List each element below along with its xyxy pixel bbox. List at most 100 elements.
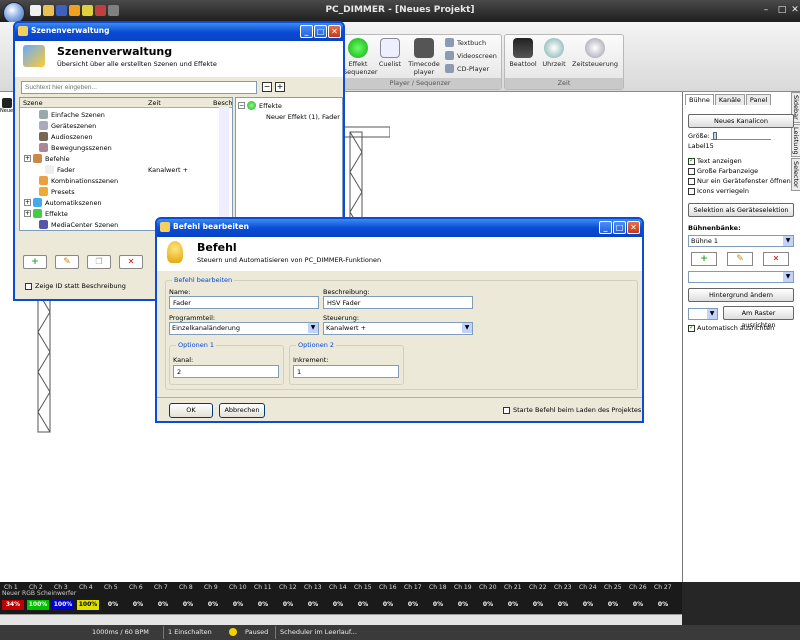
background-button[interactable]: Hintergrund ändern — [688, 288, 794, 302]
checkbox-box[interactable] — [688, 167, 695, 175]
tab-panel[interactable]: Panel — [745, 94, 772, 105]
scene-close-button[interactable]: ✕ — [328, 25, 341, 38]
expand-icon[interactable]: + — [24, 199, 31, 206]
delete-scene-button[interactable]: ✕ — [119, 255, 143, 269]
command-dialog-titlebar[interactable]: Befehl bearbeiten _ □ ✕ — [157, 219, 642, 237]
horizontal-scrollbar[interactable] — [0, 614, 682, 625]
copy-scene-button[interactable]: ❐ — [87, 255, 111, 269]
tab-stage[interactable]: Bühne — [685, 94, 714, 105]
timecode-player-button[interactable]: Timecode player — [407, 38, 441, 76]
channel-value[interactable]: 0% — [227, 600, 249, 610]
channel-value[interactable]: 0% — [252, 600, 274, 610]
effect-tree-root[interactable]: − Effekte — [238, 100, 282, 111]
clock-button[interactable]: Uhrzeit — [541, 38, 567, 68]
stage-bank-select[interactable]: ▼ — [688, 271, 794, 283]
collapse-icon[interactable]: − — [238, 102, 245, 109]
collapse-all-button[interactable]: − — [262, 82, 272, 92]
checkbox-box[interactable] — [688, 177, 695, 185]
channel-value[interactable]: 0% — [527, 600, 549, 610]
command-minimize-button[interactable]: _ — [599, 221, 612, 234]
channel-value[interactable]: 0% — [327, 600, 349, 610]
channel-value[interactable]: 100% — [77, 600, 99, 610]
add-stage-button[interactable]: + — [691, 252, 717, 266]
slider-thumb[interactable] — [713, 132, 717, 140]
dropdown-arrow-icon[interactable]: ▼ — [462, 323, 472, 333]
channel-value[interactable]: 0% — [277, 600, 299, 610]
selection-button[interactable]: Selektion als Geräteselektion — [688, 203, 794, 217]
new-channel-icon-button[interactable]: Neues Kanalicon — [688, 114, 794, 128]
channel-value[interactable]: 0% — [552, 600, 574, 610]
channel-value[interactable]: 0% — [427, 600, 449, 610]
fixture-icon[interactable]: Neue — [0, 98, 14, 120]
increment-field[interactable]: 1 — [293, 365, 399, 378]
channel-value[interactable]: 0% — [452, 600, 474, 610]
startup-box[interactable] — [503, 406, 510, 414]
textbook-button[interactable]: Textbuch — [445, 38, 486, 47]
command-close-button[interactable]: ✕ — [627, 221, 640, 234]
cdplayer-button[interactable]: CD-Player — [445, 64, 489, 73]
scene-maximize-button[interactable]: □ — [314, 25, 327, 38]
channel-field[interactable]: 2 — [173, 365, 279, 378]
minimize-button[interactable]: – — [760, 4, 772, 16]
stage-select[interactable]: Bühne 1 ▼ — [688, 235, 794, 247]
channel-value[interactable]: 0% — [202, 600, 224, 610]
show-id-checkbox[interactable]: Zeige ID statt Beschreibung — [25, 282, 126, 290]
cuelist-button[interactable]: Cuelist — [377, 38, 403, 68]
col-scene[interactable]: Szene — [23, 99, 43, 107]
tab-channels[interactable]: Kanäle — [714, 94, 745, 105]
scene-tree-item[interactable]: Audioszenen — [30, 131, 230, 142]
ok-button[interactable]: OK — [169, 403, 213, 418]
videoscreen-button[interactable]: Videoscreen — [445, 51, 497, 60]
description-field[interactable]: HSV Fader — [323, 296, 473, 309]
channel-value[interactable]: 0% — [502, 600, 524, 610]
name-field[interactable]: Fader — [169, 296, 319, 309]
sidebar-checkbox[interactable]: Icons verriegeln — [688, 187, 749, 195]
effect-tree[interactable]: − Effekte Neuer Effekt (1), Fader — [235, 97, 343, 231]
channel-value[interactable]: 0% — [577, 600, 599, 610]
expand-icon[interactable]: + — [24, 210, 31, 217]
scene-search-input[interactable] — [21, 81, 257, 94]
channel-value[interactable]: 0% — [652, 600, 674, 610]
scene-tree[interactable]: Szene Zeit Beschr Einfache Szenen Gerätes… — [19, 97, 233, 231]
channel-value[interactable]: 0% — [377, 600, 399, 610]
sidebar-checkbox[interactable]: Text anzeigen — [688, 156, 742, 165]
expand-all-button[interactable]: + — [275, 82, 285, 92]
startup-checkbox[interactable]: Starte Befehl beim Laden des Projektes — [503, 406, 641, 414]
edit-stage-button[interactable]: ✎ — [727, 252, 753, 266]
channel-value[interactable]: 100% — [52, 600, 74, 610]
expand-icon[interactable]: + — [24, 155, 31, 162]
align-grid-button[interactable]: Am Raster ausrichten — [723, 306, 794, 329]
scene-tree-item[interactable]: Presets — [30, 186, 230, 197]
checkbox-box[interactable] — [688, 156, 695, 165]
channel-value[interactable]: 0% — [352, 600, 374, 610]
control-select[interactable]: Kanalwert + ▼ — [323, 322, 473, 335]
edit-scene-button[interactable]: ✎ — [55, 255, 79, 269]
scene-tree-item[interactable]: Fader Kanalwert + — [36, 164, 232, 175]
sidebar-checkbox[interactable]: Große Farbanzeige — [688, 167, 758, 175]
scene-tree-item[interactable]: + Automatikszenen — [24, 197, 224, 208]
grid-size-select[interactable]: ▼ — [688, 308, 718, 320]
channel-value[interactable]: 34% — [2, 600, 24, 610]
show-id-box[interactable] — [25, 282, 32, 290]
channel-value[interactable]: 100% — [27, 600, 49, 610]
scene-tree-item[interactable]: Geräteszenen — [30, 120, 230, 131]
channel-value[interactable]: 0% — [602, 600, 624, 610]
col-time[interactable]: Zeit — [148, 99, 161, 107]
maximize-button[interactable]: □ — [776, 4, 788, 16]
auto-align-checkbox[interactable]: Automatisch ausrichten — [688, 323, 774, 332]
dropdown-arrow-icon[interactable]: ▼ — [783, 236, 793, 246]
program-part-select[interactable]: Einzelkanaländerung ▼ — [169, 322, 319, 335]
channel-value[interactable]: 0% — [627, 600, 649, 610]
dropdown-arrow-icon[interactable]: ▼ — [308, 323, 318, 333]
scene-tree-item[interactable]: Einfache Szenen — [30, 109, 230, 120]
channel-value[interactable]: 0% — [302, 600, 324, 610]
command-maximize-button[interactable]: □ — [613, 221, 626, 234]
scene-manager-titlebar[interactable]: Szenenverwaltung _ □ ✕ — [15, 23, 343, 41]
dropdown-arrow-icon[interactable]: ▼ — [783, 272, 793, 282]
auto-align-box[interactable] — [688, 323, 695, 332]
channel-value[interactable]: 0% — [477, 600, 499, 610]
checkbox-box[interactable] — [688, 187, 695, 195]
scene-minimize-button[interactable]: _ — [300, 25, 313, 38]
scene-tree-scrollbar[interactable] — [219, 107, 229, 231]
time-control-button[interactable]: Zeitsteuerung — [571, 38, 619, 68]
